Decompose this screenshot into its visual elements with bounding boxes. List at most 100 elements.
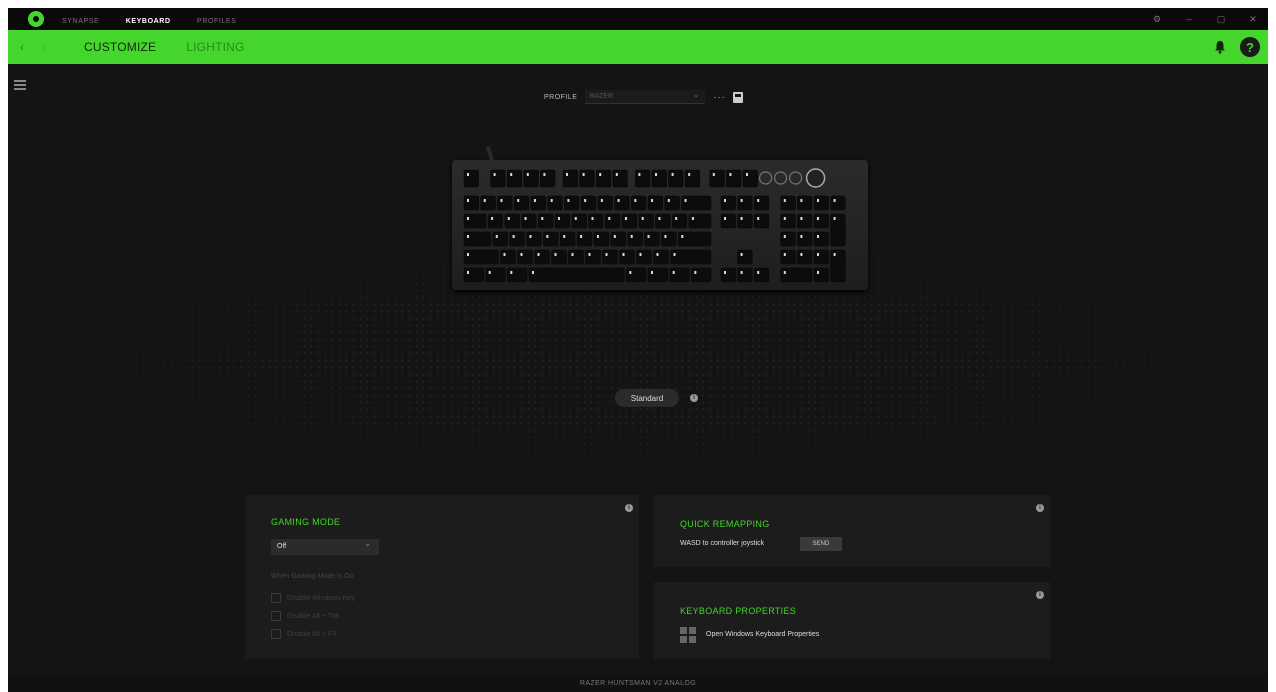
keyboard-key — [636, 249, 652, 265]
standard-mode-button[interactable]: Standard — [615, 389, 679, 407]
keyboard-key — [737, 267, 753, 283]
keyboard-key — [664, 195, 680, 211]
send-button[interactable]: SEND — [800, 537, 842, 551]
keyboard-key — [492, 231, 508, 247]
gaming-mode-dropdown[interactable]: Off — [271, 536, 379, 555]
info-icon[interactable]: i — [690, 394, 698, 402]
keyboard-key — [513, 195, 530, 211]
keyboard-key — [610, 231, 626, 247]
notification-bell-icon[interactable] — [1214, 40, 1226, 54]
key-legend — [467, 235, 469, 238]
keyboard-key — [653, 249, 669, 265]
nav-profiles[interactable]: PROFILES — [197, 18, 236, 25]
key-legend — [673, 253, 676, 256]
key-legend — [591, 217, 594, 220]
keyboard-key — [688, 213, 712, 229]
key-legend — [533, 199, 536, 202]
keyboard-key — [780, 249, 796, 265]
keyboard-key — [614, 195, 630, 211]
key-legend — [467, 253, 469, 256]
minimize-icon[interactable]: – — [1184, 14, 1194, 24]
razer-logo-icon[interactable] — [28, 11, 44, 27]
menu-icon[interactable] — [14, 80, 26, 92]
keyboard-key — [463, 267, 484, 283]
keyboard-properties-info-icon[interactable]: i — [1036, 591, 1044, 599]
keyboard-key — [813, 195, 829, 211]
key-legend — [681, 235, 684, 238]
keyboard-key — [813, 213, 829, 229]
tab-customize[interactable]: CUSTOMIZE — [84, 40, 156, 54]
settings-icon[interactable]: ⚙ — [1152, 14, 1162, 25]
gaming-mode-info-icon[interactable]: i — [625, 504, 633, 512]
keyboard-key — [621, 213, 637, 229]
key-legend — [757, 217, 760, 220]
key-legend — [510, 271, 513, 274]
profile-label: PROFILE — [544, 93, 578, 101]
keyboard-key — [612, 169, 628, 188]
nav-keyboard[interactable]: KEYBOARD — [126, 18, 171, 25]
key-legend — [671, 173, 674, 176]
key-legend — [684, 199, 687, 202]
key-legend — [688, 173, 691, 176]
key-legend — [746, 173, 748, 176]
keyboard-key — [588, 213, 604, 229]
forward-arrow-icon[interactable]: › — [42, 40, 60, 54]
synapse-window: SYNAPSE KEYBOARD PROFILES ⚙ – ▢ ✕ ‹ › CU… — [8, 8, 1268, 692]
profile-dropdown[interactable]: RAZER — [585, 88, 706, 104]
key-legend — [833, 253, 836, 256]
keyboard-key — [830, 249, 846, 283]
keyboard-key — [726, 169, 742, 188]
maximize-icon[interactable]: ▢ — [1216, 14, 1226, 25]
key-legend — [507, 217, 510, 220]
open-keyboard-properties-link[interactable]: Open Windows Keyboard Properties — [706, 631, 819, 638]
keyboard-key — [580, 195, 597, 211]
keyboard-key — [585, 249, 601, 265]
media-button — [774, 171, 788, 185]
back-arrow-icon[interactable]: ‹ — [20, 40, 38, 54]
help-icon[interactable]: ? — [1240, 37, 1260, 57]
onboard-memory-icon[interactable] — [733, 91, 744, 103]
checkbox-label: Disable Windows Key — [287, 594, 355, 602]
checkbox-icon[interactable] — [271, 593, 281, 603]
key-legend — [563, 235, 566, 238]
nav-synapse[interactable]: SYNAPSE — [62, 18, 99, 25]
tab-lighting[interactable]: LIGHTING — [186, 40, 244, 54]
keyboard-key — [780, 267, 813, 283]
disable-alt-tab-checkbox[interactable]: Disable Alt + Tab — [271, 611, 339, 621]
key-legend — [658, 217, 661, 220]
keyboard-key — [737, 213, 753, 229]
keyboard-key — [506, 169, 523, 188]
keyboard-image — [452, 145, 868, 290]
key-legend — [817, 199, 819, 202]
keyboard-key — [813, 249, 829, 265]
quick-remapping-panel: i QUICK REMAPPING WASD to controller joy… — [654, 495, 1050, 567]
keyboard-key — [647, 267, 668, 283]
gaming-mode-panel: i GAMING MODE Off When Gaming Mode is On… — [245, 495, 639, 659]
disable-windows-key-checkbox[interactable]: Disable Windows Key — [271, 593, 355, 603]
key-legend — [467, 173, 469, 176]
checkbox-icon[interactable] — [271, 629, 281, 639]
keyboard-key — [547, 195, 563, 211]
keyboard-key — [671, 213, 688, 229]
key-legend — [740, 271, 743, 274]
key-legend — [629, 271, 632, 274]
media-button — [759, 171, 773, 185]
key-legend — [512, 235, 515, 238]
quick-remapping-description: WASD to controller joystick — [680, 540, 765, 547]
quick-remapping-info-icon[interactable]: i — [1036, 504, 1044, 512]
key-legend — [655, 173, 657, 176]
keyboard-key — [668, 169, 684, 188]
quick-remapping-title: QUICK REMAPPING — [680, 519, 770, 529]
checkbox-icon[interactable] — [271, 611, 281, 621]
disable-alt-f4-checkbox[interactable]: Disable Alt + F4 — [271, 629, 336, 639]
key-legend — [783, 235, 786, 238]
keyboard-key — [571, 213, 587, 229]
key-legend — [783, 217, 786, 220]
keyboard-key — [559, 231, 576, 247]
keyboard-key — [504, 213, 520, 229]
key-legend — [483, 199, 486, 202]
close-icon[interactable]: ✕ — [1248, 14, 1258, 25]
keyboard-key — [709, 169, 725, 188]
more-options-icon[interactable]: ··· — [713, 92, 725, 102]
key-legend — [647, 235, 650, 238]
